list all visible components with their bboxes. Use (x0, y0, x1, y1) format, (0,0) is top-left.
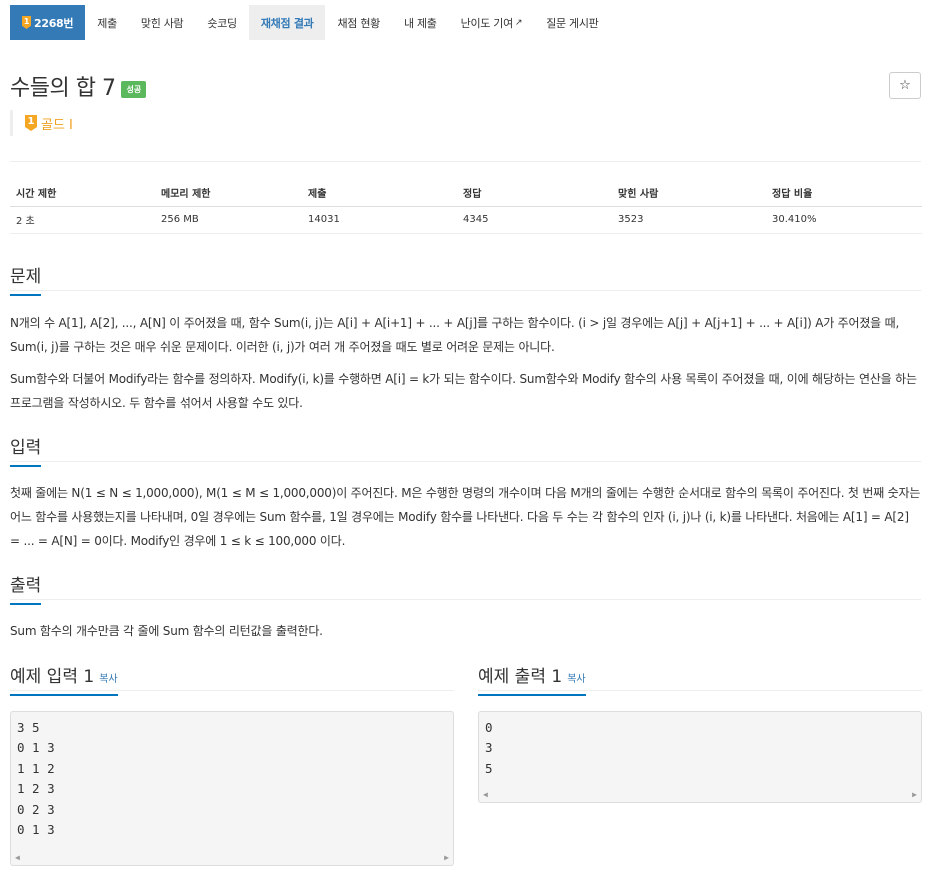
table-cell: 2 초 (10, 206, 155, 234)
divider (10, 290, 921, 291)
scroll-left-icon[interactable]: ◀ (15, 848, 20, 868)
tab-problem-number-label: 2268번 (34, 16, 74, 30)
divider (10, 461, 921, 462)
copy-input-button[interactable]: 복사 (99, 674, 117, 685)
tab-submit[interactable]: 제출 (85, 5, 129, 40)
scroll-right-icon[interactable]: ▶ (444, 848, 449, 868)
table-cell: 14031 (302, 206, 457, 234)
sample-output-title: 예제 출력 1 (478, 667, 563, 687)
tab-question-board[interactable]: 질문 게시판 (534, 5, 610, 40)
description-paragraph-2: Sum함수와 더불어 Modify라는 함수를 정의하자. Modify(i, … (10, 372, 917, 410)
description-paragraph-1: N개의 수 A[1], A[2], ..., A[N] 이 주어졌을 때, 함수… (10, 316, 900, 354)
horizontal-scrollbar[interactable]: ◀ ▶ (11, 851, 453, 865)
table-row: 2 초 256 MB 14031 4345 3523 30.410% (10, 206, 922, 234)
tier-badge-icon: 1 (22, 16, 31, 29)
table-header: 시간 제한 (10, 180, 155, 207)
problem-title-row: 수들의 합 7 성공 (10, 70, 147, 102)
tier-label[interactable]: 골드 I (41, 114, 73, 133)
tier-icon: 1 (25, 115, 37, 131)
star-button[interactable]: ☆ (889, 72, 921, 99)
problem-tier: 1 골드 I (10, 110, 73, 136)
table-cell: 30.410% (766, 206, 922, 234)
table-header: 정답 비율 (766, 180, 922, 207)
table-cell: 256 MB (155, 206, 302, 234)
problem-info-table: 시간 제한 메모리 제한 제출 정답 맞힌 사람 정답 비율 2 초 256 M… (10, 180, 922, 234)
copy-output-button[interactable]: 복사 (567, 674, 585, 685)
sample-input-title: 예제 입력 1 (10, 667, 95, 687)
input-paragraph: 첫째 줄에는 N(1 ≤ N ≤ 1,000,000), M(1 ≤ M ≤ 1… (10, 486, 921, 548)
divider (10, 161, 921, 162)
tab-difficulty-label: 난이도 기여 (460, 16, 514, 30)
scroll-left-icon[interactable]: ◀ (483, 785, 488, 805)
star-icon: ☆ (899, 78, 911, 93)
output-paragraph: Sum 함수의 개수만큼 각 줄에 Sum 함수의 리턴값을 출력한다. (10, 624, 323, 638)
table-header: 정답 (457, 180, 612, 207)
table-cell: 4345 (457, 206, 612, 234)
problem-menu-tabs: 1 2268번 제출 맞힌 사람 숏코딩 재채점 결과 채점 현황 내 제출 난… (10, 5, 610, 40)
divider (10, 690, 454, 691)
tab-short-coding[interactable]: 숏코딩 (195, 5, 248, 40)
horizontal-scrollbar[interactable]: ◀ ▶ (479, 788, 921, 802)
table-header: 제출 (302, 180, 457, 207)
table-header: 맞힌 사람 (612, 180, 766, 207)
tab-status[interactable]: 채점 현황 (325, 5, 391, 40)
table-header-row: 시간 제한 메모리 제한 제출 정답 맞힌 사람 정답 비율 (10, 180, 922, 207)
status-badge: 성공 (121, 80, 147, 98)
sample-output-text: 0 3 5 (485, 720, 493, 776)
table-header: 메모리 제한 (155, 180, 302, 207)
scroll-right-icon[interactable]: ▶ (912, 785, 917, 805)
sample-output-box[interactable]: 0 3 5 ◀ ▶ (478, 711, 922, 803)
external-link-icon: ↗ (514, 17, 523, 28)
table-cell: 3523 (612, 206, 766, 234)
sample-input-box[interactable]: 3 5 0 1 3 1 1 2 1 2 3 0 2 3 0 1 3 ◀ ▶ (10, 711, 454, 866)
tab-difficulty-contribution[interactable]: 난이도 기여 ↗ (449, 5, 535, 40)
sample-input-text: 3 5 0 1 3 1 1 2 1 2 3 0 2 3 0 1 3 (17, 720, 55, 838)
divider (478, 690, 922, 691)
tab-my-submissions[interactable]: 내 제출 (392, 5, 449, 40)
page-title: 수들의 합 7 (10, 76, 116, 101)
divider (10, 599, 921, 600)
tab-solvers[interactable]: 맞힌 사람 (129, 5, 195, 40)
tab-problem-number[interactable]: 1 2268번 (10, 5, 86, 40)
tab-rejudge-results[interactable]: 재채점 결과 (248, 5, 326, 40)
